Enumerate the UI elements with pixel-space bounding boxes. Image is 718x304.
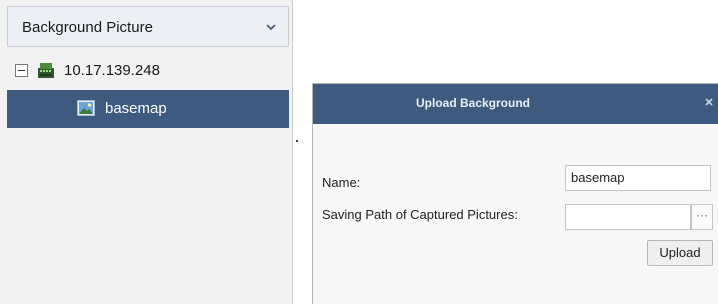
saving-path-input[interactable] — [565, 204, 691, 230]
name-label: Name: — [322, 175, 361, 190]
upload-button[interactable]: Upload — [647, 240, 713, 266]
tree-item-device[interactable]: 10.17.139.248 — [7, 52, 289, 90]
device-icon — [38, 63, 54, 78]
background-picture-panel: Background Picture 10.17.139.248 basemap — [0, 0, 293, 304]
saving-path-label: Saving Path of Captured Pictures: — [322, 207, 518, 222]
collapse-icon[interactable] — [15, 64, 28, 77]
name-input[interactable]: basemap — [565, 165, 711, 191]
panel-title: Background Picture — [22, 19, 153, 36]
image-icon — [77, 100, 95, 116]
dialog-body: Name: basemap Saving Path of Captured Pi… — [313, 124, 718, 304]
panel-header[interactable]: Background Picture — [7, 6, 289, 47]
close-icon[interactable] — [704, 97, 714, 107]
splitter-mark — [296, 140, 298, 142]
upload-background-dialog: Upload Background Name: basemap Saving P… — [312, 83, 718, 304]
browse-button[interactable]: ··· — [691, 204, 713, 230]
dialog-title: Upload Background — [415, 96, 530, 110]
chevron-down-icon[interactable] — [264, 20, 278, 34]
device-label: 10.17.139.248 — [64, 62, 160, 79]
basemap-label: basemap — [105, 100, 167, 117]
dialog-titlebar[interactable]: Upload Background — [313, 84, 718, 124]
tree-item-basemap[interactable]: basemap — [7, 90, 289, 128]
